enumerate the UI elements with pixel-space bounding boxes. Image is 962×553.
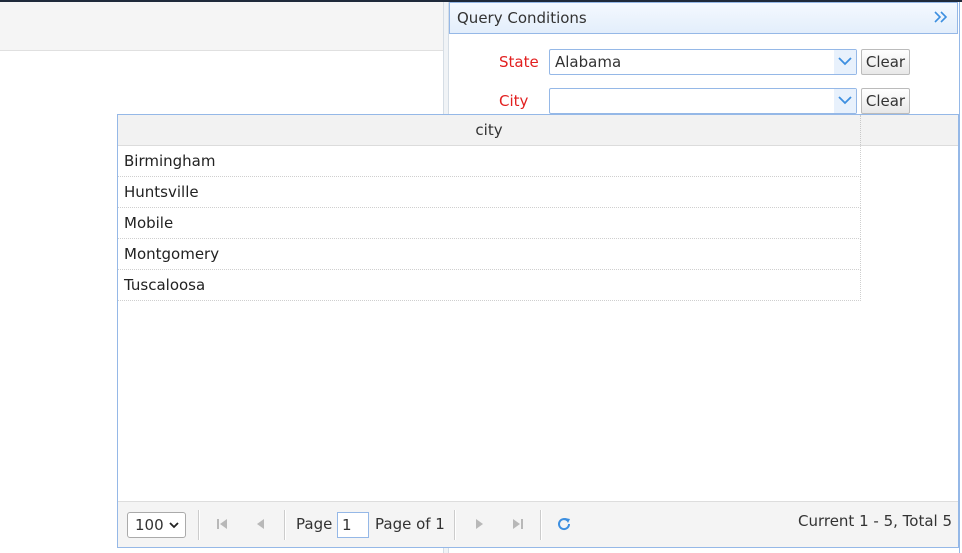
table-row[interactable]: Montgomery xyxy=(118,239,861,270)
city-dropdown-grid: city Birmingham Huntsville Mobile Montgo… xyxy=(117,114,959,548)
state-clear-button[interactable]: Clear xyxy=(861,49,910,75)
state-value: Alabama xyxy=(555,53,622,71)
column-header-city[interactable]: city xyxy=(118,115,861,145)
separator xyxy=(284,510,286,540)
state-label: State xyxy=(499,53,539,71)
table-row[interactable]: Mobile xyxy=(118,208,861,239)
chevron-down-icon[interactable] xyxy=(834,50,856,74)
page-of-label: Page of 1 xyxy=(375,515,445,533)
refresh-icon[interactable] xyxy=(557,517,571,531)
state-row: State Alabama Clear xyxy=(449,49,958,77)
chevron-down-icon xyxy=(169,522,179,529)
first-page-icon[interactable] xyxy=(215,517,229,531)
city-clear-button[interactable]: Clear xyxy=(861,88,910,114)
city-label: City xyxy=(499,92,529,110)
separator xyxy=(198,510,200,540)
table-row[interactable]: Tuscaloosa xyxy=(118,270,861,301)
grid-header: city xyxy=(118,115,958,146)
state-combobox[interactable]: Alabama xyxy=(549,49,857,75)
chevron-down-icon[interactable] xyxy=(834,89,856,113)
table-row[interactable]: Huntsville xyxy=(118,177,861,208)
city-combobox[interactable] xyxy=(549,88,857,114)
page-label: Page xyxy=(296,515,333,533)
next-page-icon[interactable] xyxy=(472,517,486,531)
query-panel-title: Query Conditions xyxy=(457,9,587,27)
pagination-summary: Current 1 - 5, Total 5 xyxy=(797,512,952,530)
city-row: City Clear xyxy=(449,88,958,116)
page-size-select[interactable]: 100 xyxy=(127,512,186,538)
double-chevron-right-icon[interactable] xyxy=(933,8,949,26)
pagination-bar: 100 Page 1 Page of 1 Current 1 - 5, Tota… xyxy=(118,501,958,547)
grid-rows: Birmingham Huntsville Mobile Montgomery … xyxy=(118,146,861,301)
separator xyxy=(540,510,542,540)
prev-page-icon[interactable] xyxy=(254,517,268,531)
separator xyxy=(454,510,456,540)
left-toolbar xyxy=(0,2,443,51)
query-panel-header: Query Conditions xyxy=(449,2,958,34)
last-page-icon[interactable] xyxy=(511,517,525,531)
page-number-input[interactable]: 1 xyxy=(337,512,369,538)
table-row[interactable]: Birmingham xyxy=(118,146,861,177)
page-size-value: 100 xyxy=(135,516,164,534)
